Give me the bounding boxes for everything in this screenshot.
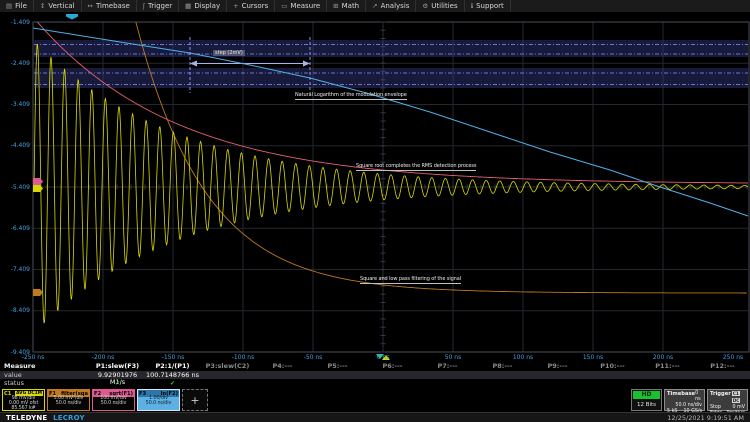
- menu-item-label: Display: [194, 2, 220, 10]
- measure-param-header[interactable]: P4:---: [255, 363, 310, 370]
- trigger-coupling-badge: DC: [732, 398, 741, 403]
- utilities-icon: ⚙: [422, 2, 428, 10]
- brand-lecroy: LECROY: [53, 414, 85, 422]
- oscilloscope-screen: ▤File↕Vertical↔TimebaseʃTrigger▦Display+…: [0, 0, 750, 422]
- measure-param-header[interactable]: P1:slew(F3): [90, 363, 145, 370]
- menu-item-timebase[interactable]: ↔Timebase: [82, 0, 137, 12]
- vertical-icon: ↕: [40, 2, 45, 10]
- horizontal-delay-marker: [66, 14, 78, 20]
- menu-item-display[interactable]: ▦Display: [179, 0, 227, 12]
- menu-item-label: File: [15, 2, 27, 10]
- descriptor-f2[interactable]: F2sqrt(F1)100 mV/div50.0 ns/div: [92, 389, 135, 411]
- menu-item-support[interactable]: ℹSupport: [465, 0, 511, 12]
- menu-item-label: Timebase: [96, 2, 130, 10]
- brand-teledyne: TELEDYNE: [6, 414, 47, 422]
- menu-item-analysis[interactable]: ↗ Analysis: [366, 0, 416, 12]
- menu-item-label: Measure: [290, 2, 320, 10]
- hd-badge: HD: [633, 391, 660, 399]
- descriptor-f3[interactable]: F3ln(F2)1.00/div50.0 ns/div: [137, 389, 180, 411]
- timebase-delay: 0 ns: [695, 391, 702, 403]
- menu-item-trigger[interactable]: ʃTrigger: [137, 0, 179, 12]
- measure-param-header[interactable]: P9:---: [530, 363, 585, 370]
- timebase-icon: ↔: [88, 2, 93, 10]
- math-id-label: F3: [139, 391, 146, 397]
- descriptor-line: 50.0 ns/div: [138, 402, 179, 407]
- f2-level-marker: [33, 178, 43, 185]
- measure-value-row: value 9.92901976 M1/s100.7148766 ns: [0, 371, 750, 380]
- menu-item-label: Trigger: [148, 2, 172, 10]
- c1-level-marker: [33, 185, 43, 192]
- trigger-title: Trigger: [710, 391, 731, 405]
- status-row-label: status: [4, 380, 24, 387]
- menu-bar: ▤File↕Vertical↔TimebaseʃTrigger▦Display+…: [0, 0, 750, 13]
- status-bar: TELEDYNE LECROY 12/25/2021 9:19:51 AM: [0, 412, 750, 422]
- descriptor-line: 50.0 ns/div: [48, 402, 89, 407]
- measure-param-header[interactable]: P10:---: [585, 363, 640, 370]
- measure-param-value: 100.7148766 ns: [145, 372, 200, 379]
- menu-item-label: Utilities: [431, 2, 457, 10]
- measure-param-status: ✔: [145, 380, 200, 387]
- menu-item-file[interactable]: ▤File: [0, 0, 34, 12]
- brand-logo: TELEDYNE LECROY: [6, 414, 85, 422]
- f1-level-marker: [33, 289, 43, 296]
- menu-item-vertical[interactable]: ↕Vertical: [34, 0, 82, 12]
- value-row-label: value: [4, 372, 22, 379]
- timebase-title: Timebase: [667, 391, 695, 403]
- hd-bits: 12 Bits: [632, 400, 661, 410]
- channel-id-label: C1: [4, 391, 11, 397]
- menu-item-label: Support: [476, 2, 504, 10]
- traces: [33, 12, 748, 323]
- descriptor-line: 85.567 k#: [3, 407, 44, 411]
- menu-item-measure[interactable]: ▭Measure: [275, 0, 327, 12]
- cursors-icon: +: [233, 2, 238, 10]
- measure-param-header[interactable]: P2:1/(P1): [145, 363, 200, 370]
- measure-param-header[interactable]: P12:---: [695, 363, 750, 370]
- measure-status-row: status ✔✔: [0, 379, 750, 388]
- descriptor-add[interactable]: +: [182, 389, 208, 411]
- measure-header-row: Measure P1:slew(F3)P2:1/(P1)P3:slew(C2)P…: [0, 362, 750, 371]
- measure-param-header[interactable]: P8:---: [475, 363, 530, 370]
- menu-item-label: Analysis: [381, 2, 410, 10]
- menu-item-label: Math: [342, 2, 360, 10]
- math-icon: ⊞: [333, 2, 338, 10]
- trigger-panel[interactable]: Trigger C1 DC Stop 0 mV Edge Positive: [707, 389, 748, 411]
- menu-item-utilities[interactable]: ⚙Utilities: [416, 0, 464, 12]
- measure-table: Measure P1:slew(F3)P2:1/(P1)P3:slew(C2)P…: [0, 362, 750, 389]
- measure-param-status: ✔: [90, 380, 145, 387]
- trigger-time-marker: [376, 354, 384, 359]
- measure-param-header[interactable]: P5:---: [310, 363, 365, 370]
- menu-item-math[interactable]: ⊞ Math: [327, 0, 366, 12]
- timebase-panel[interactable]: Timebase 0 ns 50.0 ns/div 5 kS 10 GS/s: [664, 389, 705, 411]
- trace-descriptors: C1AVG DC1M98 mV/div0.00 mV ofst85.567 k#…: [0, 389, 480, 412]
- step-arrow-head-left: [190, 61, 197, 67]
- descriptor-line: 50.0 ns/div: [93, 402, 134, 407]
- descriptor-f1[interactable]: F1filter(sqa5.00 mV²/div50.0 ns/div: [47, 389, 90, 411]
- display-icon: ▦: [185, 2, 191, 10]
- measure-row-label: Measure: [4, 363, 35, 370]
- step-arrow-head-right: [303, 61, 310, 67]
- trigger-source-badge: C1: [732, 391, 740, 396]
- analysis-icon: ↗: [372, 2, 377, 10]
- measure-icon: ▭: [281, 2, 287, 10]
- waveform-display[interactable]: [0, 0, 750, 422]
- measure-param-header[interactable]: P6:---: [365, 363, 420, 370]
- measure-param-header[interactable]: P7:---: [420, 363, 475, 370]
- menu-item-label: Cursors: [242, 2, 269, 10]
- trigger-source-marker: [382, 355, 390, 360]
- support-icon: ℹ: [471, 2, 473, 10]
- file-icon: ▤: [6, 2, 12, 10]
- add-trace-label: +: [190, 394, 199, 407]
- trigger-icon: ʃ: [143, 2, 145, 10]
- menu-item-label: Vertical: [48, 2, 74, 10]
- descriptor-c1[interactable]: C1AVG DC1M98 mV/div0.00 mV ofst85.567 k#: [2, 389, 45, 411]
- menu-item-cursors[interactable]: + Cursors: [227, 0, 275, 12]
- measure-param-header[interactable]: P11:---: [640, 363, 695, 370]
- hd-mode-panel[interactable]: HD 12 Bits: [631, 389, 662, 411]
- measure-param-header[interactable]: P3:slew(C2): [200, 363, 255, 370]
- datetime-display: 12/25/2021 9:19:51 AM: [667, 414, 744, 422]
